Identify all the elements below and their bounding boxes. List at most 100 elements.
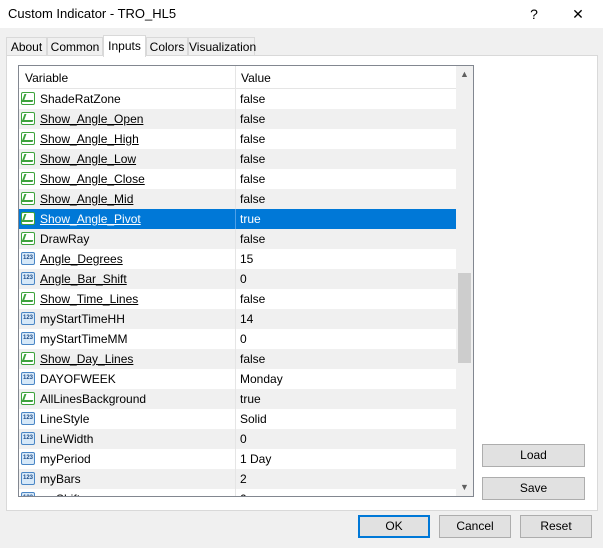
cell-divider	[235, 249, 236, 269]
numeric-icon: 123	[21, 272, 35, 285]
variable-value[interactable]: 0	[240, 332, 247, 346]
variable-name: myStartTimeHH	[40, 312, 125, 326]
variable-value[interactable]: false	[240, 172, 265, 186]
help-button[interactable]: ?	[512, 0, 556, 28]
grid-row[interactable]: 123 Angle_Bar_Shift 0	[19, 269, 456, 289]
variable-name: Show_Angle_Mid	[40, 192, 134, 206]
save-button[interactable]: Save	[482, 477, 585, 500]
grid-row[interactable]: 123 LineStyle Solid	[19, 409, 456, 429]
grid-row[interactable]: Show_Angle_Close false	[19, 169, 456, 189]
tab-about[interactable]: About	[6, 37, 47, 56]
variable-value[interactable]: Solid	[240, 412, 267, 426]
numeric-icon: 123	[21, 472, 35, 485]
scroll-up-icon[interactable]: ▲	[456, 66, 473, 83]
cell-divider	[235, 289, 236, 309]
window-title: Custom Indicator - TRO_HL5	[8, 6, 177, 21]
grid-row[interactable]: 123 LineWidth 0	[19, 429, 456, 449]
vertical-scrollbar[interactable]: ▲ ▼	[456, 66, 473, 496]
variable-name: Show_Angle_Close	[40, 172, 145, 186]
reset-button[interactable]: Reset	[520, 515, 592, 538]
variable-name: Show_Time_Lines	[40, 292, 139, 306]
cell-divider	[235, 489, 236, 496]
grid-row[interactable]: 123 myPeriod 1 Day	[19, 449, 456, 469]
variable-name: myPeriod	[40, 452, 91, 466]
variable-value[interactable]: 0	[240, 492, 247, 496]
variable-value[interactable]: true	[240, 212, 261, 226]
variable-value[interactable]: 0	[240, 272, 247, 286]
scroll-down-icon[interactable]: ▼	[456, 479, 473, 496]
cell-divider	[235, 309, 236, 329]
grid-row[interactable]: 123 DAYOFWEEK Monday	[19, 369, 456, 389]
grid-row[interactable]: Show_Angle_Mid false	[19, 189, 456, 209]
column-header-value[interactable]: Value	[241, 71, 271, 85]
tab-inputs[interactable]: Inputs	[103, 35, 146, 57]
variable-value[interactable]: 1 Day	[240, 452, 271, 466]
bool-icon	[21, 112, 35, 125]
tab-common[interactable]: Common	[47, 37, 103, 56]
bool-icon	[21, 132, 35, 145]
variable-value[interactable]: 14	[240, 312, 253, 326]
column-divider[interactable]	[235, 66, 236, 88]
bool-icon	[21, 92, 35, 105]
variable-value[interactable]: false	[240, 152, 265, 166]
cell-divider	[235, 329, 236, 349]
variable-name: myStartTimeMM	[40, 332, 128, 346]
variable-name: Show_Day_Lines	[40, 352, 134, 366]
grid-row[interactable]: ShadeRatZone false	[19, 89, 456, 109]
grid-row[interactable]: 123 myBars 2	[19, 469, 456, 489]
variable-name: DAYOFWEEK	[40, 372, 116, 386]
bool-icon	[21, 292, 35, 305]
grid-rows: ShadeRatZone false Show_Angle_Open false Sho…	[19, 89, 456, 496]
variable-name: myShift	[40, 492, 80, 496]
column-header-variable[interactable]: Variable	[25, 71, 68, 85]
load-button[interactable]: Load	[482, 444, 585, 467]
variable-value[interactable]: false	[240, 132, 265, 146]
tab-visualization[interactable]: Visualization	[188, 37, 256, 56]
cell-divider	[235, 189, 236, 209]
cell-divider	[235, 89, 236, 109]
variable-value[interactable]: false	[240, 92, 265, 106]
grid-row[interactable]: 123 myStartTimeHH 14	[19, 309, 456, 329]
ok-button[interactable]: OK	[358, 515, 430, 538]
numeric-icon: 123	[21, 452, 35, 465]
variable-value[interactable]: false	[240, 232, 265, 246]
variable-value[interactable]: 15	[240, 252, 253, 266]
grid-row[interactable]: Show_Angle_Low false	[19, 149, 456, 169]
bool-icon	[21, 232, 35, 245]
variable-name: Angle_Degrees	[40, 252, 123, 266]
cell-divider	[235, 229, 236, 249]
variable-value[interactable]: 0	[240, 432, 247, 446]
grid-row[interactable]: 123 Angle_Degrees 15	[19, 249, 456, 269]
close-button[interactable]: ✕	[556, 0, 600, 28]
cell-divider	[235, 169, 236, 189]
variable-value[interactable]: Monday	[240, 372, 283, 386]
grid-row[interactable]: Show_Angle_Open false	[19, 109, 456, 129]
cell-divider	[235, 129, 236, 149]
variable-name: LineStyle	[40, 412, 90, 426]
variable-name: DrawRay	[40, 232, 90, 246]
grid-row[interactable]: 123 myStartTimeMM 0	[19, 329, 456, 349]
variable-name: ShadeRatZone	[40, 92, 121, 106]
variable-value[interactable]: false	[240, 292, 265, 306]
scroll-thumb[interactable]	[458, 273, 471, 363]
variable-value[interactable]: false	[240, 112, 265, 126]
variable-value[interactable]: 2	[240, 472, 247, 486]
grid-row[interactable]: Show_Angle_Pivot true	[19, 209, 456, 229]
variable-value[interactable]: true	[240, 392, 261, 406]
grid-row[interactable]: DrawRay false	[19, 229, 456, 249]
grid-row[interactable]: Show_Time_Lines false	[19, 289, 456, 309]
cancel-button[interactable]: Cancel	[439, 515, 511, 538]
grid-header: Variable Value	[19, 66, 456, 89]
grid-row[interactable]: Show_Day_Lines false	[19, 349, 456, 369]
grid-row[interactable]: 123 myShift 0	[19, 489, 456, 496]
tab-colors[interactable]: Colors	[146, 37, 188, 56]
variable-name: Angle_Bar_Shift	[40, 272, 127, 286]
variable-name: Show_Angle_Low	[40, 152, 137, 166]
bool-icon	[21, 152, 35, 165]
grid-row[interactable]: Show_Angle_High false	[19, 129, 456, 149]
numeric-icon: 123	[21, 312, 35, 325]
variable-value[interactable]: false	[240, 192, 265, 206]
title-bar: Custom Indicator - TRO_HL5 ? ✕	[0, 0, 603, 28]
grid-row[interactable]: AllLinesBackground true	[19, 389, 456, 409]
variable-value[interactable]: false	[240, 352, 265, 366]
